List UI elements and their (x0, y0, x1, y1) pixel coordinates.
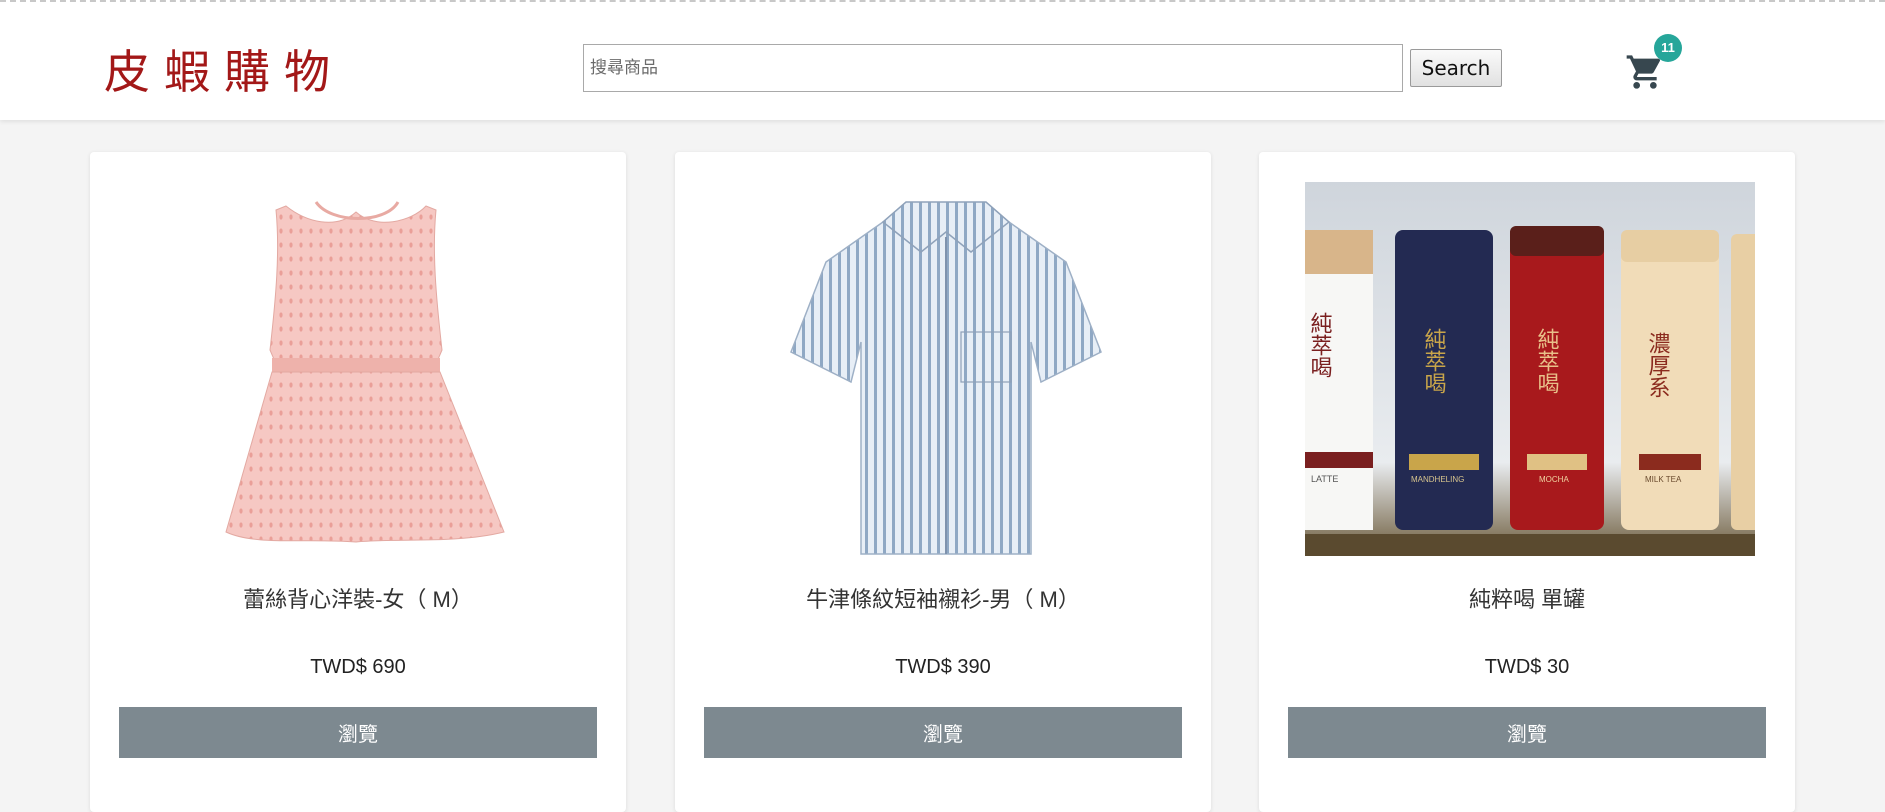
product-card: 純萃喝 LATTE 純萃喝 MANDHELING 純萃喝 MOCHA 濃厚系 M… (1259, 152, 1795, 812)
product-title[interactable]: 蕾絲背心洋裝-女（ M） (90, 582, 626, 614)
site-logo[interactable]: 皮蝦購物 (104, 42, 344, 102)
bottle-label-main: 濃厚系 (1645, 332, 1671, 398)
search-input[interactable] (583, 44, 1403, 92)
cart-button[interactable]: 11 (1620, 34, 1682, 94)
top-navbar: 皮蝦購物 Search 11 (0, 0, 1885, 120)
product-image-bottles[interactable]: 純萃喝 LATTE 純萃喝 MANDHELING 純萃喝 MOCHA 濃厚系 M… (1305, 182, 1755, 556)
browse-button[interactable]: 瀏覽 (1288, 707, 1766, 758)
bottle-label-sub: MILK TEA (1645, 475, 1682, 484)
bottle-label-main: 純萃喝 (1307, 312, 1333, 378)
bottle-label-sub: MANDHELING (1411, 475, 1464, 484)
product-price: TWD$ 390 (895, 656, 991, 678)
product-image-dress[interactable] (136, 182, 586, 556)
browse-button[interactable]: 瀏覽 (704, 707, 1182, 758)
product-price: TWD$ 30 (1484, 656, 1570, 678)
product-price: TWD$ 690 (310, 656, 406, 678)
bottle-label-sub: LATTE (1311, 474, 1338, 484)
product-title[interactable]: 牛津條紋短袖襯衫-男（ M） (675, 582, 1211, 614)
product-image-shirt[interactable] (721, 182, 1171, 556)
bottle-label-sub: MOCHA (1539, 475, 1569, 484)
bottle-label-main: 純萃喝 (1421, 328, 1447, 394)
cart-count-badge: 11 (1654, 34, 1682, 62)
browse-button[interactable]: 瀏覽 (119, 707, 597, 758)
product-card: 牛津條紋短袖襯衫-男（ M） TWD$ 390 瀏覽 (675, 152, 1211, 812)
product-card: 蕾絲背心洋裝-女（ M） TWD$ 690 瀏覽 (90, 152, 626, 812)
search-button[interactable]: Search (1410, 49, 1502, 87)
product-title[interactable]: 純粹喝 單罐 (1259, 582, 1795, 614)
bottle-label-main: 純萃喝 (1534, 328, 1560, 394)
